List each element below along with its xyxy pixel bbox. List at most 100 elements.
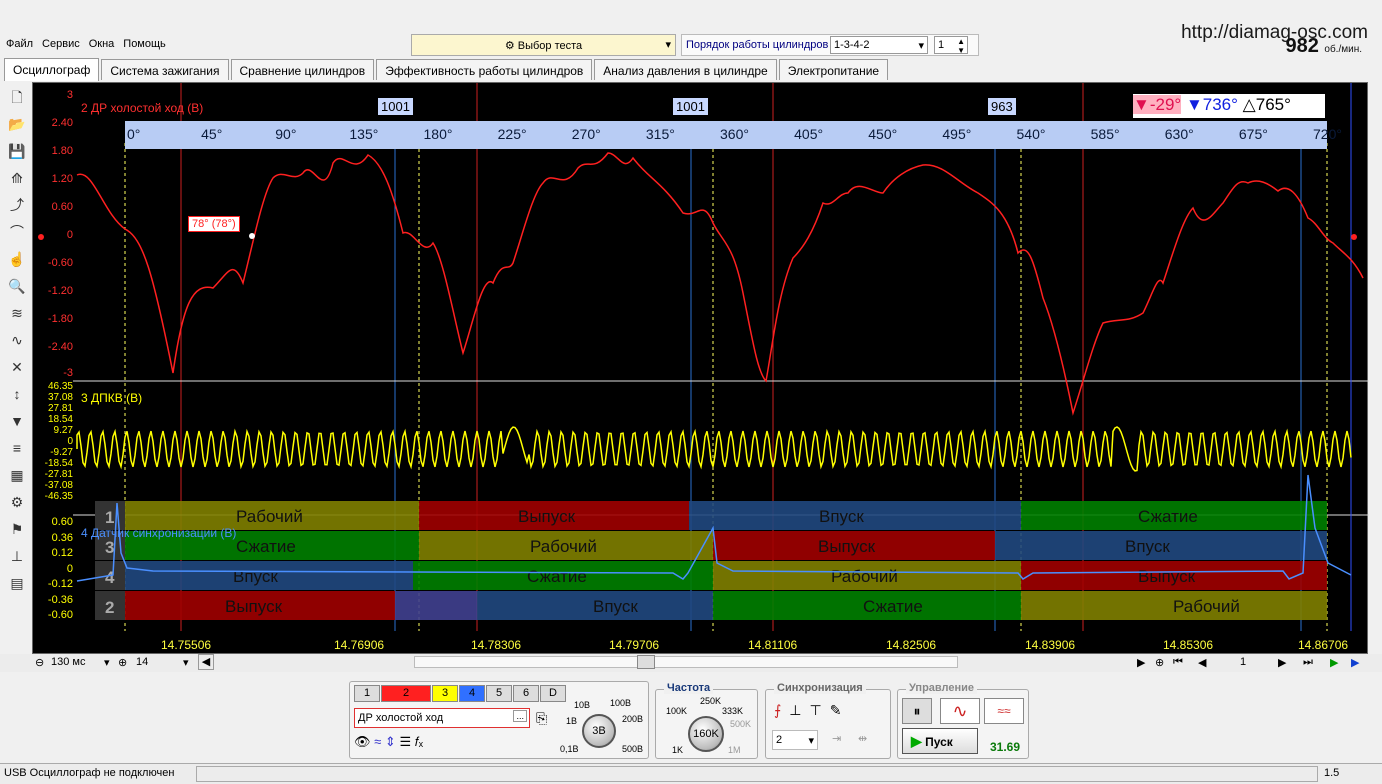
eye-icon[interactable]: 👁 [354,734,371,749]
ch2-label: 2 ДР холостой ход (В) [81,101,204,115]
hand-icon[interactable]: ☝ [6,247,28,271]
ch3-tick: 46.35 [47,381,73,392]
voltage-range-knob[interactable]: 3В [582,714,616,748]
frequency-knob[interactable]: 160K [688,716,724,752]
save-icon[interactable]: 💾 [6,139,28,163]
level-down-icon[interactable]: ⊤ [810,702,830,718]
cross-icon[interactable]: ✕ [6,355,28,379]
status-panel [196,766,1318,782]
angle-tick: 360° [720,126,749,142]
zoom-out-icon[interactable]: ⊖ [35,656,44,669]
channel-4-button[interactable]: 4 [459,685,485,702]
multi-wave-icon[interactable]: ≈≈ [984,698,1024,724]
ch3-tick: 9.27 [53,425,73,436]
channel-1-button[interactable]: 1 [354,685,380,702]
zoom-icon[interactable]: 🔍 [6,274,28,298]
filter-icon[interactable]: ▼ [6,409,28,433]
status-text: USB Осциллограф не подключен [4,767,175,779]
channel-name-input[interactable]: ДР холостой ход... [354,708,530,728]
zoom-in-icon[interactable]: ⊕ [118,656,127,669]
tab-cylinder-efficiency[interactable]: Эффективность работы цилиндров [376,59,593,80]
marker-icon[interactable]: ⊥ [6,544,28,568]
sync-center-icon[interactable]: ⇹ [858,732,867,745]
probe-icon[interactable]: ⎘ [536,710,547,727]
waveform-canvas: 1 Рабочий Выпуск Впуск Сжатие 3 Сжатие Рабочий В… [38,83,1369,631]
chevron-down-icon[interactable]: ▾ [183,656,189,669]
single-wave-icon[interactable]: ∿ [940,698,980,724]
browse-button[interactable]: ... [513,710,527,722]
add-page-icon[interactable]: ⊕ [1155,656,1164,669]
report-icon[interactable]: ▤ [6,571,28,595]
time-tick: 14.79706 [609,638,660,652]
oscilloscope-view[interactable]: 1 Рабочий Выпуск Впуск Сжатие 3 Сжатие Рабочий В… [32,82,1369,654]
wave-icon[interactable]: ≋ [6,301,28,325]
sync-channel-select[interactable]: 2 ▾ [772,730,818,750]
scroll-left-icon[interactable]: ◀ [198,654,214,670]
updown-icon[interactable]: ⇕ [385,734,396,749]
first-page-icon[interactable]: ⏮ [1173,656,1183,669]
tab-ignition[interactable]: Система зажигания [101,59,229,80]
range-label: 100В [610,698,632,708]
play-icon[interactable]: ▶ [1330,656,1338,669]
trigger-value[interactable]: 14 [136,656,148,668]
angle-tick: 720° [1313,126,1342,142]
lines-icon[interactable]: ☰ [399,734,411,749]
scale-icon[interactable]: ↕ [6,382,28,406]
ch3-tick: 18.54 [47,414,73,425]
tab-cylinder-compare[interactable]: Сравнение цилиндров [230,59,375,80]
wave-mode-icon[interactable]: ≈ [374,734,381,749]
menu-file[interactable]: Файл [0,34,36,50]
ch4-label: 4 Датчик синхронизации (В) [81,526,237,540]
tab-pressure-analysis[interactable]: Анализ давления в цилиндре [594,59,777,80]
tab-oscilloscope[interactable]: Осциллограф [4,58,100,81]
auto-settings-icon[interactable]: ⚙ [6,490,28,514]
start-button[interactable]: ▶ Пуск [902,728,978,754]
new-icon[interactable]: 🗋 [6,85,28,109]
phase-label: Выпуск [1138,567,1196,586]
table-icon[interactable]: ▦ [6,463,28,487]
menu-service[interactable]: Сервис [36,34,83,50]
tab-power[interactable]: Электропитание [778,59,889,80]
layers-icon[interactable]: ≡ [6,436,28,460]
play-blue-icon[interactable]: ▶ [1351,656,1359,669]
last-page-icon[interactable]: ⏭ [1303,656,1313,669]
scrollbar-thumb[interactable] [637,655,655,669]
menu-windows[interactable]: Окна [83,34,118,50]
phase-label: Рабочий [530,537,597,556]
cylinder-order-select[interactable]: 1-3-4-2 ▾ [830,36,928,54]
step-right-icon[interactable]: ▶ [1137,656,1145,669]
auto-icon[interactable]: ⟰ [6,166,28,190]
test-selector[interactable]: ⚙ Выбор теста ▾ [411,34,676,56]
channel-2-button[interactable]: 2 [381,685,431,702]
channel-panel: 123456D ДР холостой ход... ⎘ 👁 ≈ ⇕ ☰ 𝑓ₓ … [349,681,649,759]
scrollbar-track[interactable] [414,655,958,669]
channel-5-button[interactable]: 5 [486,685,512,702]
delta-value: 765° [1255,95,1291,114]
auto-sync-icon[interactable]: ✎ [830,702,850,718]
prev-page-icon[interactable]: ◀ [1198,656,1206,669]
phase-label: Впуск [819,507,864,526]
cylinder-stepper[interactable]: 1 ▲ ▼ [934,36,968,55]
trigger-icon[interactable]: ⤴ [6,193,28,217]
phase-label: Рабочий [831,567,898,586]
flag-icon[interactable]: ⚑ [6,517,28,541]
next-page-icon[interactable]: ▶ [1278,656,1286,669]
pause-icon[interactable]: ⏸ [902,698,932,724]
open-icon[interactable]: 📂 [6,112,28,136]
menu-help[interactable]: Помощь [117,34,169,50]
ch4-tick: 0.36 [51,531,73,544]
rising-edge-icon[interactable]: ⨍ [774,702,789,718]
ch3-tick: -18.54 [44,458,73,469]
overlay-icon[interactable]: ∿ [6,328,28,352]
level-up-icon[interactable]: ⊥ [789,702,809,718]
timebase-value[interactable]: 130 мс [51,656,85,668]
cursor-icon[interactable]: ⌒ [6,220,28,244]
fx-icon[interactable]: 𝑓ₓ [415,734,423,749]
channel-d-button[interactable]: D [540,685,566,702]
channel-3-button[interactable]: 3 [432,685,458,702]
page-number[interactable]: 1 [1240,656,1246,668]
angle-ruler: 0° 45° 90° 135° 180° 225° 270° 315° 360° 405° 450°… [125,121,1342,149]
channel-6-button[interactable]: 6 [513,685,539,702]
chevron-down-icon[interactable]: ▾ [104,656,110,669]
sync-pos-icon[interactable]: ⇥ [832,732,841,745]
